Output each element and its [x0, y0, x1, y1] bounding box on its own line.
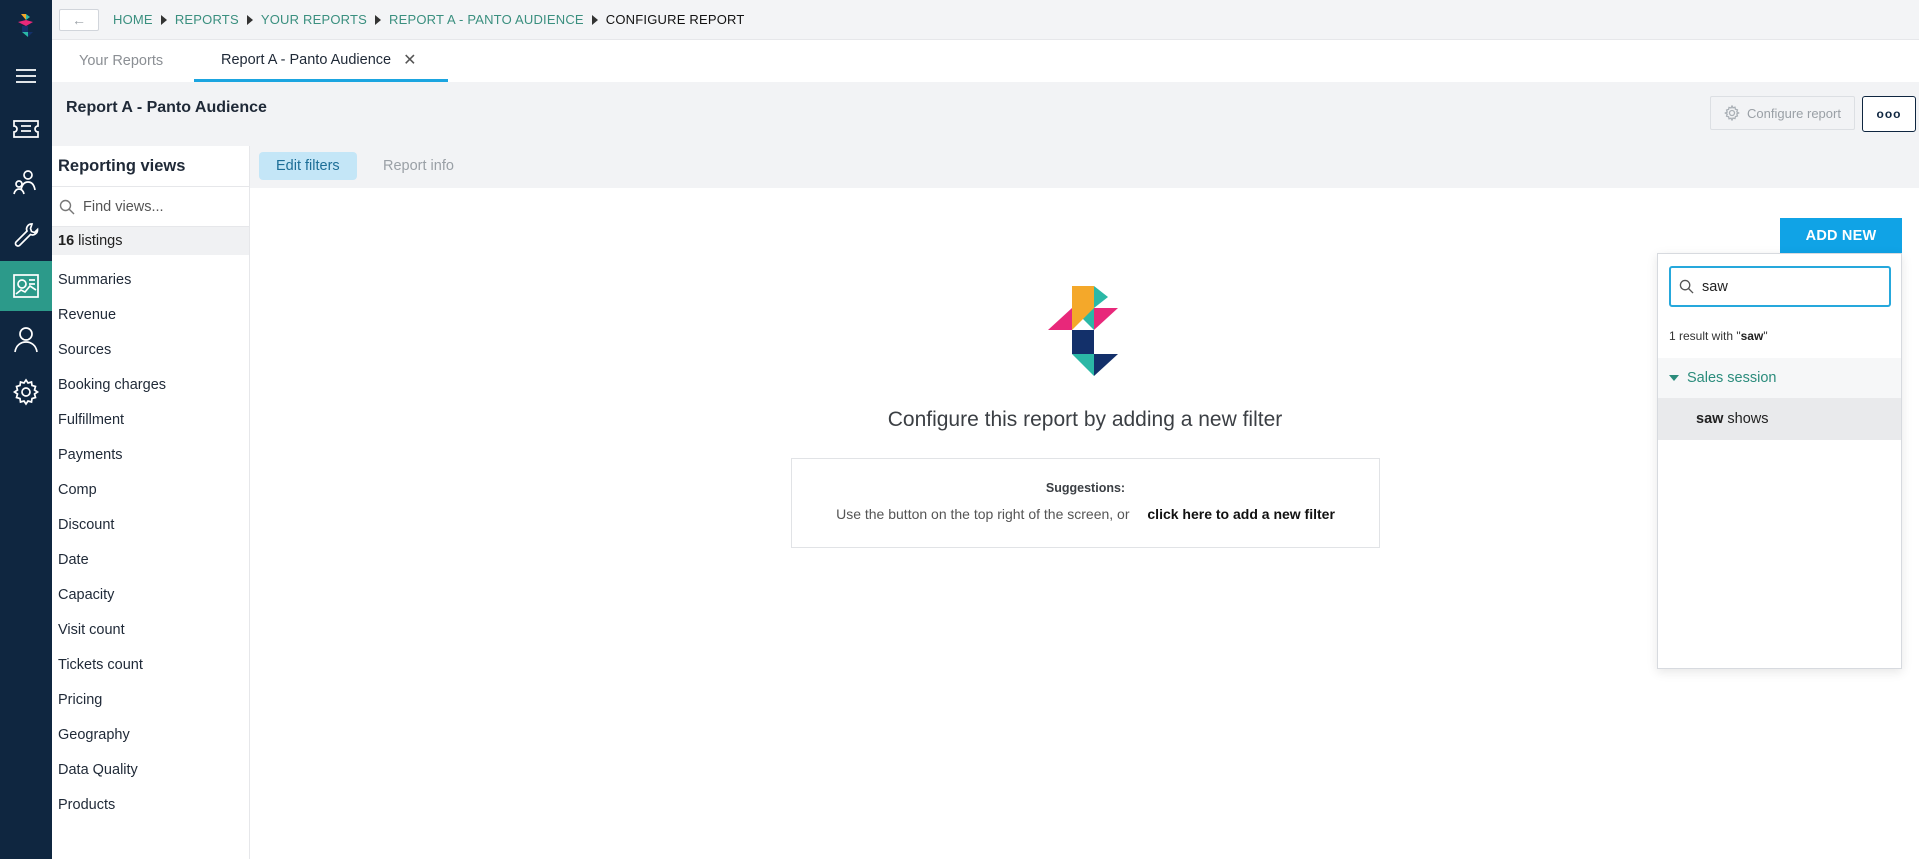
group-label: Sales session — [1687, 370, 1777, 386]
suggestion-line: Use the button on the top right of the s… — [792, 506, 1379, 522]
page-title: Report A - Panto Audience — [66, 99, 267, 116]
left-rail — [0, 0, 52, 859]
reporting-views-panel: Reporting views 16 listings Summaries Re… — [52, 146, 250, 859]
suggestions-box: Suggestions: Use the button on the top r… — [791, 458, 1380, 548]
breadcrumb-separator-icon — [375, 14, 382, 25]
configure-report-label: Configure report — [1747, 105, 1841, 121]
report-subtabs: Edit filters Report info — [251, 146, 1919, 188]
gear-icon — [1724, 105, 1740, 121]
option-match: saw — [1696, 411, 1724, 427]
option-rest: shows — [1727, 411, 1769, 427]
filter-search-field[interactable] — [1669, 266, 1891, 307]
breadcrumb-reports[interactable]: REPORTS — [175, 12, 239, 27]
tab-bar: Your Reports Report A - Panto Audience ✕ — [52, 40, 1919, 82]
user-icon[interactable] — [0, 314, 52, 364]
view-item-discount[interactable]: Discount — [52, 507, 249, 542]
view-item-fulfillment[interactable]: Fulfillment — [52, 402, 249, 437]
menu-icon[interactable] — [0, 51, 52, 101]
view-item-visit-count[interactable]: Visit count — [52, 612, 249, 647]
ticket-icon[interactable] — [0, 104, 52, 154]
view-item-sources[interactable]: Sources — [52, 332, 249, 367]
breadcrumb: HOME REPORTS YOUR REPORTS REPORT A - PAN… — [113, 12, 745, 27]
breadcrumb-separator-icon — [246, 14, 253, 25]
back-button[interactable]: ← — [59, 8, 99, 31]
view-item-comp[interactable]: Comp — [52, 472, 249, 507]
result-term: saw — [1740, 329, 1764, 343]
view-item-payments[interactable]: Payments — [52, 437, 249, 472]
view-item-pricing[interactable]: Pricing — [52, 682, 249, 717]
brand-logo-icon — [1048, 286, 1118, 376]
view-item-data-quality[interactable]: Data Quality — [52, 752, 249, 787]
breadcrumb-current: CONFIGURE REPORT — [605, 12, 745, 27]
tab-your-reports[interactable]: Your Reports — [79, 40, 163, 82]
breadcrumb-separator-icon — [160, 14, 167, 25]
breadcrumb-home[interactable]: HOME — [113, 12, 153, 27]
filter-search-input[interactable] — [1702, 278, 1872, 295]
logo-icon[interactable] — [13, 12, 39, 38]
view-item-capacity[interactable]: Capacity — [52, 577, 249, 612]
result-prefix: 1 result with " — [1669, 329, 1741, 343]
views-list: Summaries Revenue Sources Booking charge… — [52, 262, 249, 822]
breadcrumb-your-reports[interactable]: YOUR REPORTS — [261, 12, 367, 27]
option-saw-shows[interactable]: saw shows — [1658, 398, 1901, 440]
view-item-products[interactable]: Products — [52, 787, 249, 822]
tools-icon[interactable] — [0, 210, 52, 260]
caret-down-icon — [1669, 375, 1679, 381]
reports-icon[interactable] — [0, 261, 52, 311]
find-views-field[interactable] — [52, 186, 249, 227]
empty-state-message: Configure this report by adding a new fi… — [887, 408, 1283, 431]
view-item-date[interactable]: Date — [52, 542, 249, 577]
group-sales-session[interactable]: Sales session — [1658, 358, 1901, 398]
result-suffix: " — [1763, 329, 1768, 343]
listings-number: 16 — [58, 233, 75, 249]
tab-label: Report A - Panto Audience — [221, 51, 392, 68]
configure-report-button[interactable]: Configure report — [1710, 96, 1855, 130]
audience-icon[interactable] — [0, 157, 52, 207]
tab-report-info[interactable]: Report info — [366, 152, 471, 180]
add-new-button[interactable]: ADD NEW — [1780, 218, 1902, 254]
breadcrumb-report[interactable]: REPORT A - PANTO AUDIENCE — [389, 12, 584, 27]
search-icon — [59, 199, 75, 214]
settings-icon[interactable] — [0, 367, 52, 417]
listings-label: listings — [78, 233, 123, 249]
add-filter-link[interactable]: click here to add a new filter — [1147, 506, 1335, 522]
close-icon[interactable]: ✕ — [403, 50, 416, 70]
back-arrow-icon: ← — [72, 11, 86, 28]
find-views-input[interactable] — [83, 198, 243, 215]
more-options-button[interactable]: ooo — [1862, 96, 1916, 132]
view-item-tickets-count[interactable]: Tickets count — [52, 647, 249, 682]
breadcrumb-separator-icon — [591, 14, 598, 25]
view-item-summaries[interactable]: Summaries — [52, 262, 249, 297]
result-count: 1 result with "saw" — [1669, 329, 1768, 343]
filter-dropdown: 1 result with "saw" Sales session saw sh… — [1657, 253, 1902, 669]
breadcrumb-bar: ← HOME REPORTS YOUR REPORTS REPORT A - P… — [52, 0, 1919, 40]
tab-edit-filters[interactable]: Edit filters — [259, 152, 357, 180]
tab-report-a[interactable]: Report A - Panto Audience ✕ — [194, 40, 448, 82]
search-icon — [1679, 279, 1694, 294]
reporting-views-title: Reporting views — [52, 146, 249, 186]
view-item-booking-charges[interactable]: Booking charges — [52, 367, 249, 402]
suggestions-title: Suggestions: — [1045, 481, 1126, 495]
suggestion-text: Use the button on the top right of the s… — [836, 506, 1130, 522]
listings-count: 16 listings — [52, 227, 249, 255]
view-item-geography[interactable]: Geography — [52, 717, 249, 752]
view-item-revenue[interactable]: Revenue — [52, 297, 249, 332]
